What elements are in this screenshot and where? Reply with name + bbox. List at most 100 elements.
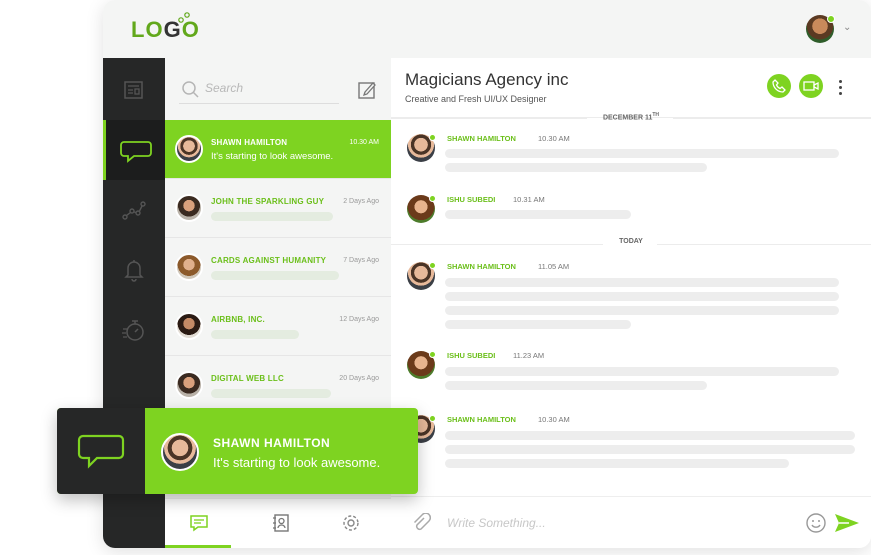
avatar [175, 194, 203, 222]
message-sender: SHAWN HAMILTON [447, 134, 516, 143]
avatar [175, 253, 203, 281]
conversation-item-cards[interactable]: CARDS AGAINST HUMANITY 7 Days Ago [165, 238, 391, 297]
chat-bubble-icon [119, 141, 152, 163]
online-status-dot [429, 262, 436, 269]
contacts-icon [273, 514, 289, 532]
conversation-time: 12 Days Ago [339, 316, 379, 323]
bell-icon [124, 260, 144, 282]
message-composer: Write Something... [391, 496, 871, 548]
message-line-placeholder [445, 292, 839, 301]
settings-icon [343, 515, 359, 531]
message-sender: SHAWN HAMILTON [447, 415, 516, 424]
rail-notifications[interactable] [103, 240, 165, 300]
message-line-placeholder [445, 306, 839, 315]
conversation-item-digital-web[interactable]: DIGITAL WEB LLC 20 Days Ago [165, 356, 391, 415]
message-time: 11.05 AM [538, 262, 570, 271]
list-footer-tabs [165, 498, 391, 548]
compose-icon[interactable] [357, 80, 377, 100]
rail-news[interactable] [103, 60, 165, 120]
tab-contacts[interactable] [269, 511, 293, 535]
logo-letter-o: O [145, 17, 164, 42]
paperclip-icon[interactable] [411, 513, 431, 535]
top-bar: LOGO ⌄ [103, 0, 871, 58]
message-line-placeholder [445, 149, 839, 158]
rail-timer[interactable] [103, 300, 165, 360]
message-line-placeholder [445, 431, 855, 440]
chat-title: Magicians Agency inc [405, 70, 569, 89]
chevron-down-icon[interactable]: ⌄ [843, 22, 851, 33]
conversation-time: 10.30 AM [349, 139, 379, 146]
avatar [161, 433, 199, 471]
message-sender: ISHU SUBEDI [447, 351, 496, 360]
message-time: 10.30 AM [538, 134, 570, 143]
conversation-name: SHAWN HAMILTON [211, 138, 288, 147]
online-status-dot [429, 134, 436, 141]
online-status-dot [429, 415, 436, 422]
message-line-placeholder [445, 459, 789, 468]
conversation-time: 2 Days Ago [343, 198, 379, 205]
search-icon [182, 81, 199, 98]
message-line-placeholder [445, 163, 707, 172]
notification-toast[interactable]: SHAWN HAMILTON It's starting to look awe… [57, 408, 418, 494]
conversation-item-shawn[interactable]: SHAWN HAMILTON 10.30 AM It's starting to… [165, 120, 391, 179]
video-call-button[interactable] [799, 74, 823, 98]
conversation-name: JOHN THE SPARKLING GUY [211, 197, 325, 206]
message-time: 10.30 AM [538, 415, 570, 424]
online-status-dot [429, 351, 436, 358]
message-line-placeholder [445, 445, 855, 454]
message-preview-placeholder [211, 389, 331, 398]
tab-settings[interactable] [339, 511, 363, 535]
growth-chart-icon [122, 201, 146, 220]
message-line-placeholder [445, 320, 631, 329]
toast-sender: SHAWN HAMILTON [213, 436, 331, 450]
message-preview-placeholder [211, 212, 333, 221]
avatar [175, 312, 203, 340]
chat-panel: Magicians Agency inc Creative and Fresh … [391, 58, 871, 548]
message-input[interactable]: Write Something... [447, 516, 546, 530]
message-time: 11.23 AM [513, 351, 545, 360]
message-time: 10.31 AM [513, 195, 545, 204]
date-separator: TODAY [391, 238, 871, 250]
rail-stats[interactable] [103, 180, 165, 240]
message-line-placeholder [445, 367, 839, 376]
conversation-snippet: It's starting to look awesome. [211, 151, 334, 162]
chat-icon [190, 515, 208, 532]
message-sender: ISHU SUBEDI [447, 195, 496, 204]
chat-subtitle: Creative and Fresh UI/UX Designer [405, 94, 547, 104]
chat-bubble-icon [77, 434, 125, 469]
tab-chats[interactable] [187, 511, 211, 535]
conversation-name: AIRBNB, INC. [211, 315, 265, 324]
more-icon[interactable] [839, 80, 843, 98]
video-icon [803, 81, 819, 91]
avatar [175, 371, 203, 399]
rail-chats[interactable] [103, 120, 165, 180]
newspaper-icon [124, 81, 143, 99]
conversation-item-airbnb[interactable]: AIRBNB, INC. 12 Days Ago [165, 297, 391, 356]
search-box[interactable]: Search [179, 76, 339, 104]
message-sender: SHAWN HAMILTON [447, 262, 516, 271]
toast-message: It's starting to look awesome. [213, 455, 381, 470]
active-tab-indicator [165, 545, 231, 548]
search-input[interactable]: Search [205, 81, 243, 95]
date-separator: DECEMBER 11TH [391, 112, 871, 124]
conversation-name: DIGITAL WEB LLC [211, 374, 284, 383]
online-status-dot [827, 15, 835, 23]
phone-icon [772, 79, 786, 93]
message-preview-placeholder [211, 271, 339, 280]
conversation-name: CARDS AGAINST HUMANITY [211, 256, 327, 265]
message-preview-placeholder [211, 330, 299, 339]
conversation-time: 7 Days Ago [343, 257, 379, 264]
date-label: DECEMBER 11 [602, 114, 653, 122]
toast-icon-panel [57, 408, 145, 494]
message-line-placeholder [445, 210, 631, 219]
online-status-dot [429, 195, 436, 202]
conversation-time: 20 Days Ago [339, 375, 379, 382]
logo-dots-icon [178, 12, 190, 23]
date-label-suffix: TH [652, 112, 660, 118]
smiley-icon[interactable] [805, 512, 827, 534]
avatar [175, 135, 203, 163]
stopwatch-icon [122, 320, 144, 341]
call-button[interactable] [767, 74, 791, 98]
conversation-item-john[interactable]: JOHN THE SPARKLING GUY 2 Days Ago [165, 179, 391, 238]
send-icon[interactable] [833, 511, 861, 535]
